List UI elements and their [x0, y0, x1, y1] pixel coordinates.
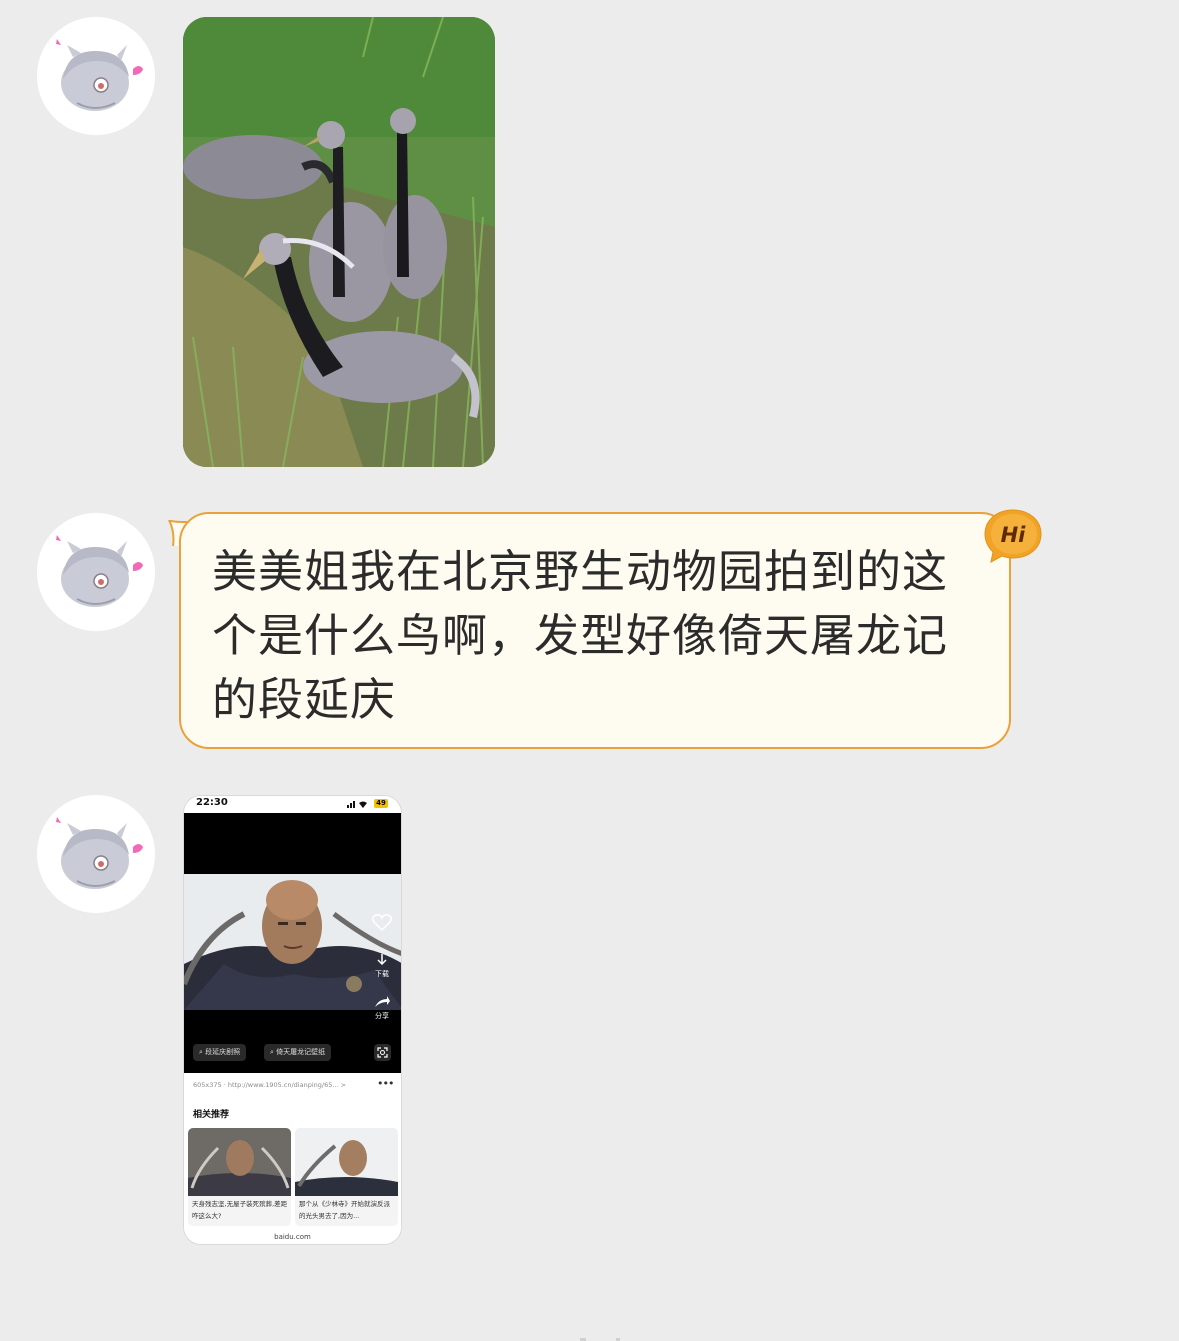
share-label: 分享 [375, 1012, 389, 1020]
avatar[interactable] [37, 513, 155, 631]
search-tag[interactable]: ⌕ 倚天屠龙记壁纸 [264, 1044, 332, 1061]
avatar[interactable] [37, 17, 155, 135]
status-bar: 22:30 49 [184, 796, 401, 813]
message-bubble[interactable]: 美美姐我在北京野生动物园拍到的这个是什么鸟啊，发型好像倚天屠龙记的段延庆 [179, 512, 1011, 749]
more-icon[interactable]: ••• [377, 1077, 394, 1090]
battery-icon: 49 [374, 799, 388, 808]
hi-badge-icon: Hi [984, 509, 1042, 563]
search-tag[interactable]: ⌕ 段延庆剧照 [193, 1044, 247, 1061]
download-action[interactable]: 下载 [369, 953, 395, 979]
signal-wifi-icon [347, 801, 367, 808]
video-area: 下载 分享 [184, 813, 401, 1073]
status-time: 22:30 [196, 797, 228, 808]
like-action[interactable] [369, 913, 395, 933]
heart-icon [372, 914, 392, 932]
download-icon [377, 954, 387, 966]
hi-badge-label: Hi [1001, 523, 1027, 547]
share-action[interactable]: 分享 [369, 995, 395, 1021]
domain-label: baidu.com [274, 1233, 311, 1241]
result-info: 605x375 · http://www.1905.cn/dianping/65… [184, 1073, 401, 1244]
video-frame [184, 874, 401, 1010]
share-icon [375, 996, 390, 1007]
source-url[interactable]: 605x375 · http://www.1905.cn/dianping/65… [193, 1081, 346, 1089]
avatar[interactable] [37, 795, 155, 913]
related-thumbnail [188, 1128, 291, 1196]
download-label: 下载 [375, 970, 389, 978]
message-text: 美美姐我在北京野生动物园拍到的这个是什么鸟啊，发型好像倚天屠龙记的段延庆 [212, 545, 949, 726]
bottom-indicator [580, 1338, 620, 1341]
related-card[interactable]: 那个从《少林寺》开始就演反派的光头男去了,因为... [295, 1128, 398, 1226]
crane-photo[interactable] [183, 17, 495, 467]
screenshot-image[interactable]: 22:30 49 下载 分享 ⌕ 段延庆剧照 ⌕ 倚天屠龙记壁纸 605x375… [183, 795, 402, 1245]
related-card[interactable]: 天身残志坚,无屋子装死殡葬,差距咋这么大? [188, 1128, 291, 1226]
related-caption: 天身残志坚,无屋子装死殡葬,差距咋这么大? [192, 1200, 288, 1220]
scan-icon[interactable] [374, 1044, 391, 1061]
related-title: 相关推荐 [193, 1110, 230, 1120]
related-caption: 那个从《少林寺》开始就演反派的光头男去了,因为... [299, 1200, 390, 1220]
related-thumbnail [295, 1128, 398, 1196]
